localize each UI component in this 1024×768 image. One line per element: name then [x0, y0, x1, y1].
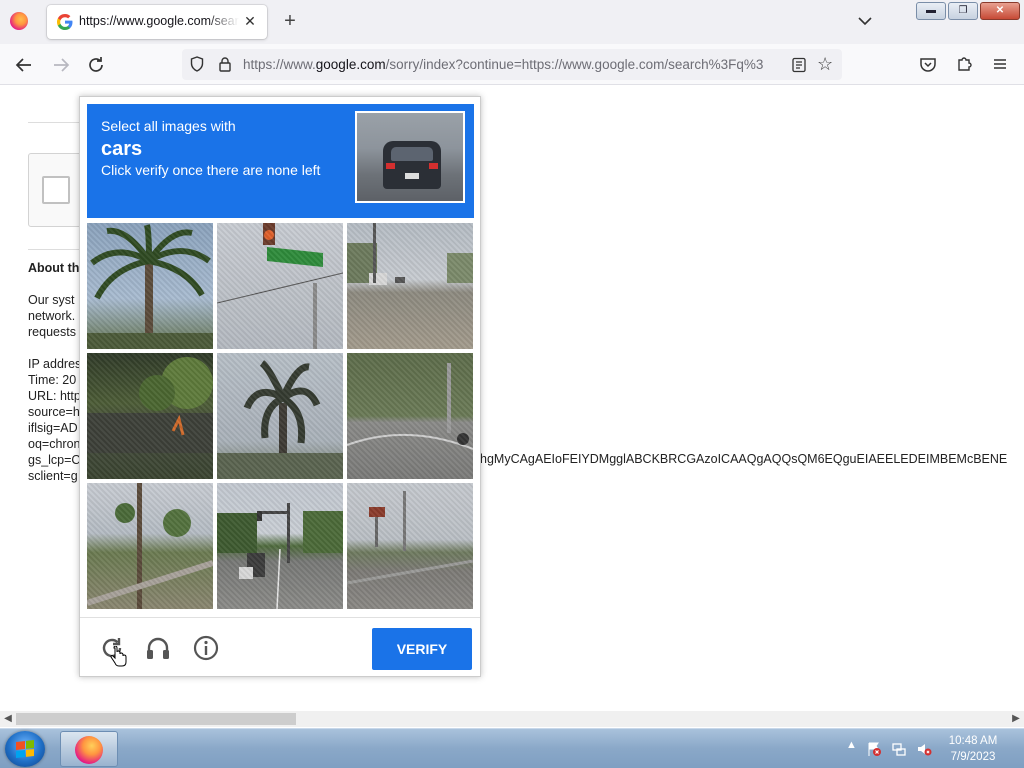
show-hidden-icons-arrow[interactable]: ▲ [846, 739, 857, 751]
bookmark-star-icon[interactable]: ☆ [817, 54, 833, 74]
tab-title: https://www.google.com/search?q [79, 14, 239, 28]
network-icon[interactable] [891, 741, 907, 757]
hamburger-menu-icon[interactable] [991, 55, 1009, 73]
scrollbar-thumb[interactable] [16, 713, 296, 725]
volume-muted-icon[interactable] [916, 741, 932, 757]
explanation-paragraph: Our syst network. requests [28, 292, 76, 340]
gs-lcp-overflow-text: hgMyCAgAEIoFEIYDMgglABCKBRCGAzoICAAQgAQQ… [480, 452, 1008, 466]
firefox-icon [75, 736, 103, 764]
image-tile[interactable] [87, 353, 213, 479]
back-arrow-icon[interactable] [13, 54, 35, 76]
lock-icon[interactable] [217, 56, 233, 72]
audio-challenge-headphones-icon[interactable] [144, 634, 172, 662]
ip-address-line: IP addres [28, 357, 82, 371]
image-tile[interactable] [347, 353, 473, 479]
new-tab-button[interactable]: + [280, 11, 300, 31]
source-line: source=h [28, 405, 80, 419]
address-bar[interactable]: https://www.google.com/sorry/index?conti… [182, 49, 842, 80]
time-line: Time: 20 [28, 373, 77, 387]
challenge-header: Select all images with cars Click verify… [87, 104, 474, 218]
action-center-flag-icon[interactable] [866, 741, 882, 757]
challenge-keyword: cars [101, 138, 143, 160]
recaptcha-challenge-popup: Select all images with cars Click verify… [79, 96, 481, 677]
recaptcha-checkbox[interactable] [42, 176, 70, 204]
google-favicon-icon [57, 14, 73, 30]
close-window-button[interactable]: ✕ [980, 2, 1020, 20]
scroll-right-arrow-icon[interactable]: ▶ [1008, 711, 1024, 727]
request-info-block: IP addres Time: 20 URL: http source=h if… [28, 356, 81, 484]
windows-logo-icon [16, 740, 34, 758]
tracking-protection-shield-icon[interactable] [189, 56, 205, 72]
verify-button[interactable]: VERIFY [372, 628, 472, 670]
challenge-instruction: Select all images with [101, 118, 236, 134]
clock-date: 7/9/2023 [950, 751, 996, 763]
image-tile[interactable] [87, 223, 213, 349]
sample-car-image [355, 111, 465, 203]
windows-taskbar: ▲ 10:48 AM 7/9/2023 [0, 728, 1024, 768]
forward-arrow-icon[interactable] [50, 54, 72, 76]
url-text[interactable]: https://www.google.com/sorry/index?conti… [243, 57, 783, 72]
text-line: Our syst [28, 293, 75, 307]
image-tile[interactable] [217, 483, 343, 609]
image-tile[interactable] [347, 223, 473, 349]
challenge-footer: VERIFY [80, 617, 480, 677]
window-controls: ▬ ❐ ✕ [916, 2, 1020, 21]
about-heading: About th [28, 261, 80, 275]
image-tile[interactable] [87, 483, 213, 609]
image-tile[interactable] [217, 353, 343, 479]
active-tab[interactable]: https://www.google.com/search?q ✕ [47, 5, 267, 39]
close-tab-icon[interactable]: ✕ [241, 12, 259, 30]
scroll-left-arrow-icon[interactable]: ◀ [0, 711, 16, 727]
text-line: network. [28, 309, 76, 323]
extensions-puzzle-icon[interactable] [955, 55, 973, 73]
system-clock[interactable]: 10:48 AM 7/9/2023 [940, 733, 1006, 765]
navigation-toolbar: https://www.google.com/sorry/index?conti… [0, 44, 1024, 85]
tab-bar: https://www.google.com/search?q ✕ + ▬ ❐ … [0, 0, 1024, 44]
pocket-icon[interactable] [919, 55, 937, 73]
iflsig-line: iflsig=AD [28, 421, 78, 435]
reader-view-icon[interactable] [791, 57, 807, 73]
image-tile[interactable] [347, 483, 473, 609]
horizontal-scrollbar[interactable]: ◀ ▶ [0, 711, 1024, 727]
oq-line: oq=chron [28, 437, 81, 451]
text-line: requests [28, 325, 76, 339]
image-tile[interactable] [217, 223, 343, 349]
sclient-line: sclient=g [28, 469, 78, 483]
maximize-button[interactable]: ❐ [948, 2, 978, 20]
mouse-hand-cursor-icon [110, 646, 127, 667]
taskbar-firefox-button[interactable] [60, 731, 118, 767]
url-line: URL: http [28, 389, 81, 403]
help-info-icon[interactable] [192, 634, 220, 662]
firefox-view-icon[interactable] [10, 12, 28, 30]
reload-icon[interactable] [85, 54, 107, 76]
list-all-tabs-icon[interactable] [856, 12, 874, 30]
gs-lcp-line: gs_lcp=C [28, 453, 81, 467]
clock-time: 10:48 AM [948, 735, 998, 747]
challenge-sub-instruction: Click verify once there are none left [101, 162, 321, 178]
car-shape [383, 141, 441, 189]
minimize-button[interactable]: ▬ [916, 2, 946, 20]
start-button[interactable] [5, 731, 45, 767]
image-grid [87, 223, 474, 610]
